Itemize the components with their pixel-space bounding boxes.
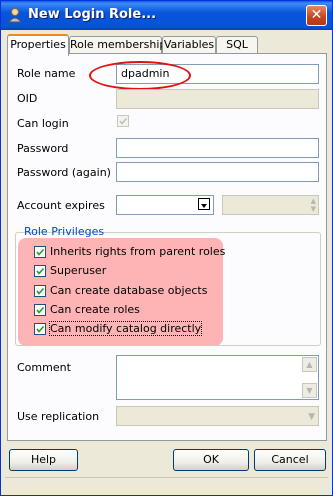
- checkmark-icon: [36, 325, 45, 333]
- scroll-down-icon[interactable]: ▼: [302, 383, 317, 398]
- spin-up-icon: ▲: [310, 197, 316, 205]
- can-login-checkbox: [117, 115, 129, 127]
- create-roles-checkbox[interactable]: [34, 304, 46, 316]
- spin-down-icon: ▼: [310, 205, 316, 213]
- create-db-objects-label: Can create database objects: [50, 284, 208, 297]
- oid-input: [116, 89, 319, 109]
- checkmark-icon: [119, 117, 128, 125]
- password-again-label: Password (again): [17, 166, 111, 179]
- role-privileges-title: Role Privileges: [24, 225, 105, 238]
- checkmark-icon: [36, 248, 45, 256]
- create-db-objects-checkbox[interactable]: [34, 285, 46, 297]
- cancel-button[interactable]: Cancel: [254, 449, 326, 471]
- role-icon: [7, 7, 23, 23]
- account-expires-label: Account expires: [17, 199, 105, 212]
- account-expires-time-spinner: ▲ ▼: [222, 195, 319, 215]
- superuser-label: Superuser: [50, 264, 107, 277]
- scroll-up-icon[interactable]: ▲: [302, 357, 317, 372]
- can-login-label: Can login: [17, 117, 69, 130]
- dropdown-arrow-icon: ▼: [308, 412, 315, 422]
- comment-textarea[interactable]: ▲ ▼: [116, 355, 319, 400]
- annotation-oval: [89, 61, 191, 90]
- ok-button[interactable]: OK: [173, 449, 249, 471]
- window-title: New Login Role...: [28, 7, 157, 22]
- password-again-input[interactable]: [116, 162, 319, 182]
- help-button[interactable]: Help: [9, 449, 78, 471]
- close-icon: ✕: [310, 7, 323, 23]
- tab-properties[interactable]: Properties: [7, 34, 69, 56]
- use-replication-select: ▼: [116, 406, 319, 426]
- close-button[interactable]: ✕: [306, 5, 327, 26]
- password-input[interactable]: [116, 138, 319, 158]
- role-name-label: Role name: [17, 67, 76, 80]
- dropdown-arrow-icon[interactable]: [198, 198, 210, 210]
- create-roles-label: Can create roles: [50, 303, 140, 316]
- password-label: Password: [17, 142, 69, 155]
- comment-label: Comment: [17, 361, 71, 374]
- new-login-role-dialog: New Login Role... ✕ Properties Role memb…: [0, 0, 333, 496]
- modify-catalog-checkbox[interactable]: [34, 323, 46, 335]
- use-replication-label: Use replication: [17, 410, 100, 423]
- status-bar: [5, 477, 328, 494]
- superuser-checkbox[interactable]: [34, 265, 46, 277]
- checkmark-icon: [36, 306, 45, 314]
- tab-sql[interactable]: SQL: [216, 36, 258, 54]
- title-bar[interactable]: New Login Role... ✕: [1, 1, 332, 30]
- checkmark-icon: [36, 267, 45, 275]
- tab-role-membership[interactable]: Role membership: [69, 36, 166, 54]
- tab-variables[interactable]: Variables: [162, 36, 216, 54]
- inherits-checkbox[interactable]: [34, 246, 46, 258]
- modify-catalog-label: Can modify catalog directly: [48, 321, 203, 336]
- account-expires-date-picker[interactable]: [116, 195, 214, 215]
- checkmark-icon: [36, 287, 45, 295]
- inherits-label: Inherits rights from parent roles: [50, 245, 226, 258]
- oid-label: OID: [17, 92, 38, 105]
